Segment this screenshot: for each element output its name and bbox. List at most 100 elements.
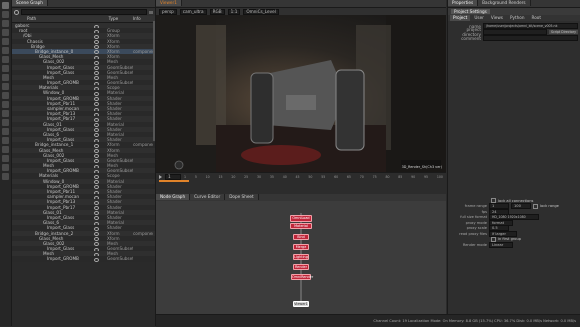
funnel-icon[interactable] <box>149 10 153 14</box>
lock-range-checkbox[interactable] <box>533 203 538 209</box>
node-omnirender[interactable]: OmniRender <box>291 274 313 280</box>
render-mode-select[interactable]: Linear <box>489 241 513 248</box>
section-title: Project Settings <box>451 9 490 14</box>
tab-viewer1[interactable]: Viewer1 <box>156 0 182 6</box>
timeline-tick: 90 <box>411 174 416 179</box>
tab-dope-sheet[interactable]: Dope Sheet <box>225 194 259 200</box>
frame-range-label: frame range <box>464 204 487 209</box>
script-directory-button[interactable]: Script Directory <box>549 30 578 34</box>
status-text: Channel Count: 19 Localization Mode: On … <box>373 319 576 323</box>
render-overlay-label: 3D_Render_Sh(Ch3 ver) <box>401 165 442 169</box>
timeline-tick: 1 <box>184 174 187 179</box>
column-header-info[interactable]: Info <box>133 16 155 22</box>
fx-icon[interactable] <box>2 146 9 153</box>
viewer-panel: Viewer1 persp cam_ultra RGB 1:1 OmniCs_L… <box>156 0 446 194</box>
globe-icon[interactable] <box>2 56 9 63</box>
status-bar: Channel Count: 19 Localization Mode: On … <box>156 314 580 327</box>
node-merge[interactable]: Merge <box>293 244 309 250</box>
tree-row-name: Import_GROMB <box>47 256 79 262</box>
tab-curve-editor[interactable]: Curve Editor <box>190 194 226 200</box>
subtab-python[interactable]: Python <box>507 15 528 21</box>
left-toolbar <box>0 0 12 326</box>
subtab-project[interactable]: Project <box>450 15 471 21</box>
search-icon <box>14 9 19 15</box>
lock-icon[interactable] <box>2 128 9 135</box>
move-icon[interactable] <box>2 11 9 18</box>
render-image <box>156 15 446 172</box>
timeline-ruler[interactable]: 1 5 10 15 20 25 30 35 40 45 50 55 60 65 70 75 80 85 90 95 10… <box>184 175 443 179</box>
proxy-scale-label: proxy scale <box>466 226 487 231</box>
flag-icon[interactable] <box>2 173 9 180</box>
column-header-name[interactable]: Path <box>15 16 109 22</box>
scene-graph-panel: Scene Graph Path Type Info gaborc root Gro… <box>12 0 156 326</box>
eye-icon[interactable] <box>94 257 99 262</box>
node-icon[interactable] <box>2 164 9 171</box>
timeline-tick: 25 <box>244 174 249 179</box>
node-render[interactable]: Render <box>293 264 309 270</box>
lock-range-label: lock range <box>540 204 559 209</box>
timeline-tick: 70 <box>359 174 364 179</box>
node-omniload[interactable]: OmniLoad <box>290 215 312 222</box>
properties-empty-area <box>448 43 580 198</box>
timeline-tick: 80 <box>385 174 390 179</box>
camera-icon[interactable] <box>2 47 9 54</box>
layers-icon[interactable] <box>2 137 9 144</box>
link-icon[interactable] <box>2 119 9 126</box>
column-header-type[interactable]: Type <box>109 16 133 22</box>
plus-icon[interactable] <box>2 155 9 162</box>
subtab-user[interactable]: User <box>471 15 487 21</box>
comment-field[interactable] <box>483 35 578 41</box>
properties-panel: Properties Background Renders Project Se… <box>447 0 580 314</box>
comment-label: comment <box>461 35 481 41</box>
tree-row[interactable]: Import_GROMB GeomSubset <box>12 256 155 262</box>
node-graph-panel: Node Graph Curve Editor Dope Sheet OmniLoa… <box>156 194 446 314</box>
tab-properties[interactable]: Properties <box>448 0 479 6</box>
timeline-tick: 95 <box>423 174 429 179</box>
select-icon[interactable] <box>2 2 9 9</box>
node-bind[interactable]: Bind <box>293 234 309 240</box>
scene-tree: gaborc root Group/Obi Xform Chassis Xform Brid… <box>12 23 155 322</box>
filter-input[interactable] <box>21 9 147 15</box>
grid-icon[interactable] <box>2 65 9 72</box>
timeline-tick: 60 <box>334 174 339 179</box>
text-icon[interactable] <box>2 101 9 108</box>
lock-connections-label: lock all connections <box>498 198 534 203</box>
wrench-icon[interactable] <box>2 83 9 90</box>
timeline-tick: 20 <box>231 174 236 179</box>
proxy-mode-label: proxy mode <box>465 220 487 225</box>
current-frame-field[interactable]: 1 <box>165 173 181 180</box>
node-viewer1[interactable]: Viewer1 <box>293 301 309 307</box>
timeline-tick: 40 <box>282 174 287 179</box>
timeline-tick: 85 <box>398 174 403 179</box>
eye-icon[interactable] <box>2 110 9 117</box>
tab-scene-graph[interactable]: Scene Graph <box>12 0 48 6</box>
gear-icon[interactable] <box>2 74 9 81</box>
light-icon[interactable] <box>2 38 9 45</box>
full-size-format-label: full size format <box>460 215 487 220</box>
brush-icon[interactable] <box>2 92 9 99</box>
subtab-views[interactable]: Views <box>488 15 506 21</box>
timeline-tick: 35 <box>269 174 274 179</box>
play-icon[interactable] <box>159 174 162 179</box>
frame-end-field[interactable]: 100 <box>511 203 531 210</box>
node-lighting[interactable]: Lighting <box>293 254 309 260</box>
scrollbar[interactable] <box>153 21 155 141</box>
rotate-icon[interactable] <box>2 20 9 27</box>
node-graph-canvas[interactable]: OmniLoad Material Bind Merge Lighting Re… <box>156 201 446 314</box>
tab-background-renders[interactable]: Background Renders <box>478 0 531 6</box>
timeline[interactable]: 1 1 5 10 15 20 25 30 35 40 45 50 55 60 65 70 75 80 85 90 95… <box>156 172 446 194</box>
tree-row-type: GeomSubset <box>107 256 133 262</box>
node-material[interactable]: Material <box>290 223 312 229</box>
fps-label: fps <box>481 209 487 214</box>
read-proxy-files-label: read proxy files <box>459 231 487 236</box>
render-view[interactable]: 3D_Render_Sh(Ch3 ver) <box>156 15 446 172</box>
timeline-tick: 30 <box>257 174 262 179</box>
timeline-tick: 5 <box>194 174 197 179</box>
timeline-tick: 75 <box>372 174 377 179</box>
render-mode-label: Render mode <box>462 242 487 247</box>
subtab-root[interactable]: Root <box>529 15 545 21</box>
timeline-tick: 50 <box>308 174 313 179</box>
timeline-tick: 45 <box>295 174 300 179</box>
tab-node-graph[interactable]: Node Graph <box>156 194 191 200</box>
scale-icon[interactable] <box>2 29 9 36</box>
